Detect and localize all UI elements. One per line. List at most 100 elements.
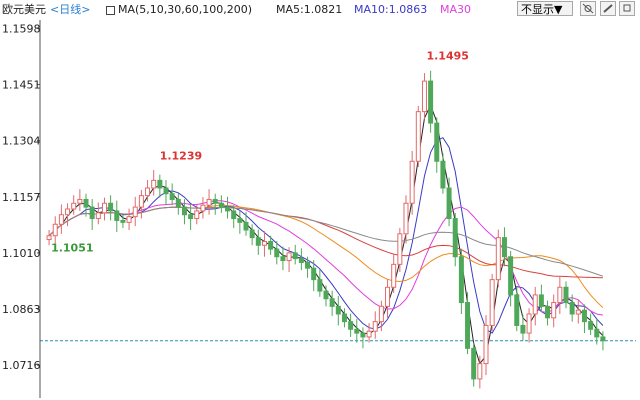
candle-body	[231, 210, 237, 220]
candle	[581, 304, 587, 334]
y-tick-label: 1.0863	[2, 303, 41, 316]
candle	[329, 290, 335, 316]
candle-body	[403, 202, 409, 235]
candle-body	[372, 321, 378, 332]
candle-body	[249, 229, 255, 239]
candle	[446, 177, 452, 227]
candle	[317, 269, 323, 297]
candle-body	[292, 252, 298, 260]
candle-body	[421, 80, 427, 113]
candle	[108, 195, 114, 221]
candle	[163, 179, 169, 206]
candle	[292, 244, 298, 265]
candle-body	[341, 313, 347, 323]
candle-body	[465, 302, 471, 349]
candle	[218, 195, 224, 213]
candle-body	[520, 324, 526, 334]
candle	[231, 205, 237, 229]
candle	[200, 197, 206, 219]
candle	[212, 193, 218, 215]
candle	[255, 229, 261, 255]
candle-body	[538, 294, 544, 307]
y-tick-label: 1.1598	[2, 22, 41, 35]
candle	[458, 248, 464, 314]
candle-body	[120, 219, 126, 223]
settings-icon	[582, 3, 594, 14]
candle-body	[58, 214, 64, 225]
candle	[169, 183, 175, 206]
candle-body	[391, 263, 397, 288]
candle-body	[600, 336, 606, 342]
candle-body	[188, 214, 194, 220]
candle	[237, 210, 243, 234]
y-tick-label: 1.1010	[2, 247, 41, 260]
candle-body	[169, 193, 175, 200]
candle	[95, 202, 101, 225]
restore-icon	[623, 4, 631, 12]
display-toggle-dropdown[interactable]: 不显示▼	[517, 1, 573, 16]
candle-body	[483, 324, 489, 365]
candle	[126, 208, 132, 230]
candle-body	[286, 252, 292, 262]
candle-body	[409, 160, 415, 204]
y-tick-label: 1.1451	[2, 79, 41, 92]
candle	[372, 311, 378, 339]
candle	[495, 229, 501, 288]
y-tick-label: 1.1304	[2, 135, 41, 148]
candle-body	[175, 198, 181, 208]
candle-body	[385, 286, 391, 307]
candle-body	[397, 233, 403, 265]
candle-body	[145, 187, 151, 197]
candle-body	[569, 302, 575, 315]
candle-body	[157, 179, 163, 189]
candle-body	[181, 206, 187, 216]
candle-body	[514, 294, 520, 326]
price-annotations: 1.14951.12391.10511.0636	[51, 50, 469, 255]
candle	[545, 300, 551, 326]
candle	[323, 285, 329, 307]
candle	[557, 276, 563, 314]
edit-button[interactable]	[600, 1, 616, 16]
candle	[348, 313, 354, 337]
ma-checkbox-icon[interactable]	[106, 6, 115, 15]
candle	[58, 204, 64, 234]
edit-icon	[603, 4, 613, 13]
candle	[501, 227, 507, 267]
candle-body	[212, 198, 218, 204]
candle-body	[200, 204, 206, 212]
ma-params-label: MA(5,10,30,60,100,200)	[118, 3, 253, 16]
y-tick-label: 1.1157	[2, 191, 41, 204]
candle-body	[348, 321, 354, 330]
candle-body	[378, 305, 384, 323]
candle	[508, 251, 514, 307]
candle-body	[52, 223, 58, 237]
candle	[261, 231, 267, 257]
period-link[interactable]: <日线>	[50, 3, 90, 17]
candle-body	[495, 237, 501, 281]
symbol-label: 欧元美元	[2, 3, 46, 16]
candle-body	[434, 122, 440, 162]
candle	[575, 299, 581, 324]
candle	[532, 286, 538, 326]
candle	[391, 254, 397, 293]
candle	[175, 193, 181, 215]
candle-body	[575, 309, 581, 315]
restore-button[interactable]	[619, 1, 635, 16]
candle-body	[237, 218, 243, 223]
candle-body	[83, 198, 89, 208]
y-tick-label: 1.0716	[2, 359, 41, 372]
candle	[52, 216, 58, 244]
candle-body	[274, 248, 280, 258]
candle	[471, 342, 477, 387]
candlestick-chart[interactable]: 1.1598 1.1451 1.1304 1.1157 1.1010 1.0863 1.07…	[0, 0, 640, 400]
settings-button[interactable]	[580, 1, 596, 16]
candle-body	[89, 206, 95, 220]
candle-body	[452, 218, 458, 258]
candle-body	[557, 286, 563, 304]
candle-body	[95, 212, 101, 220]
candle	[551, 294, 557, 328]
candle-body	[46, 235, 52, 241]
candle-body	[489, 279, 495, 326]
candle-body	[581, 309, 587, 323]
candle-body	[225, 206, 231, 212]
